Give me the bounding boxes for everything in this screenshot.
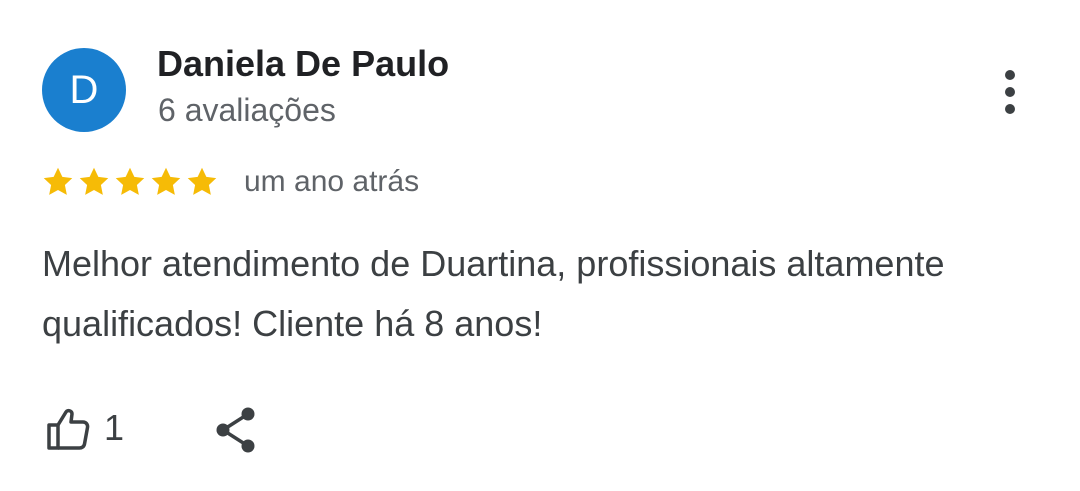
like-count: 1 [104,407,125,448]
more-options-button[interactable] [992,66,1028,118]
thumb-up-icon [47,408,90,450]
more-vert-icon-dot [1005,104,1015,114]
author-review-count: 6 avaliações [158,92,336,128]
star-icon [43,167,73,195]
more-vert-icon-dot [1005,87,1015,97]
rating-row: um ano atrás [40,162,419,202]
avatar[interactable]: D [42,48,126,132]
star-icon [115,167,145,195]
star-icon [151,167,181,195]
like-button[interactable]: 1 [44,404,124,452]
share-button[interactable] [212,404,260,456]
avatar-initial: D [69,67,99,112]
star-icon [79,167,109,195]
star-rating [40,164,220,200]
author-name[interactable]: Daniela De Paulo [157,43,449,85]
share-icon [216,407,255,453]
more-vert-icon [1005,70,1015,80]
review-time: um ano atrás [244,165,420,198]
star-icon [187,167,217,195]
review-text: Melhor atendimento de Duartina, profissi… [42,243,945,344]
